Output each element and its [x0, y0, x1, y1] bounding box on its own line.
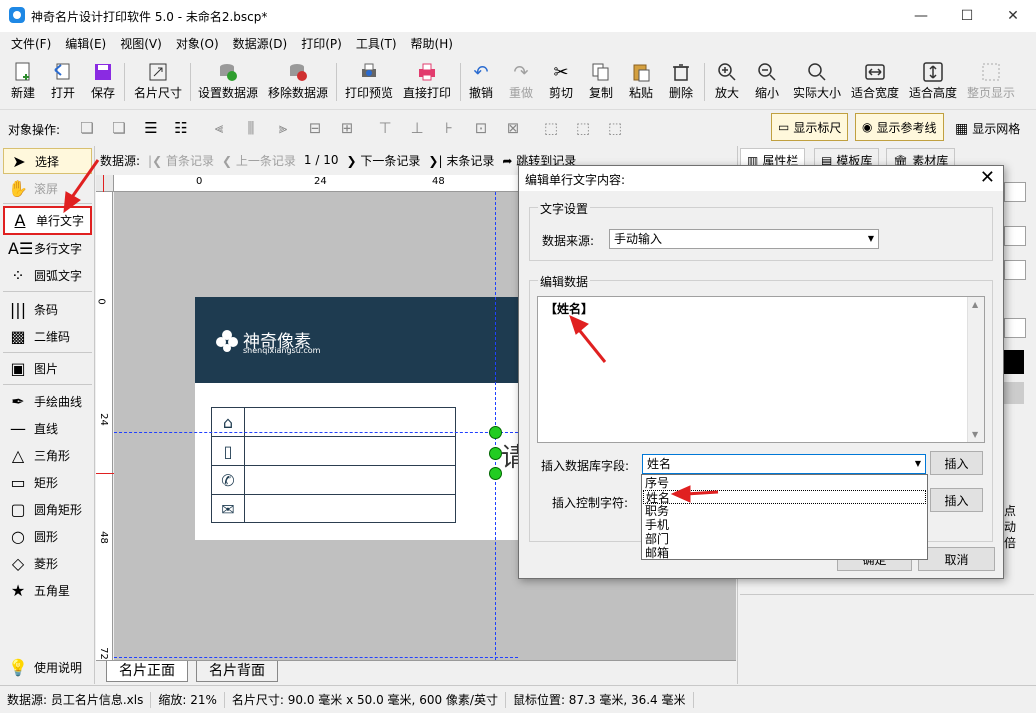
annotation-arrows [63, 159, 719, 503]
